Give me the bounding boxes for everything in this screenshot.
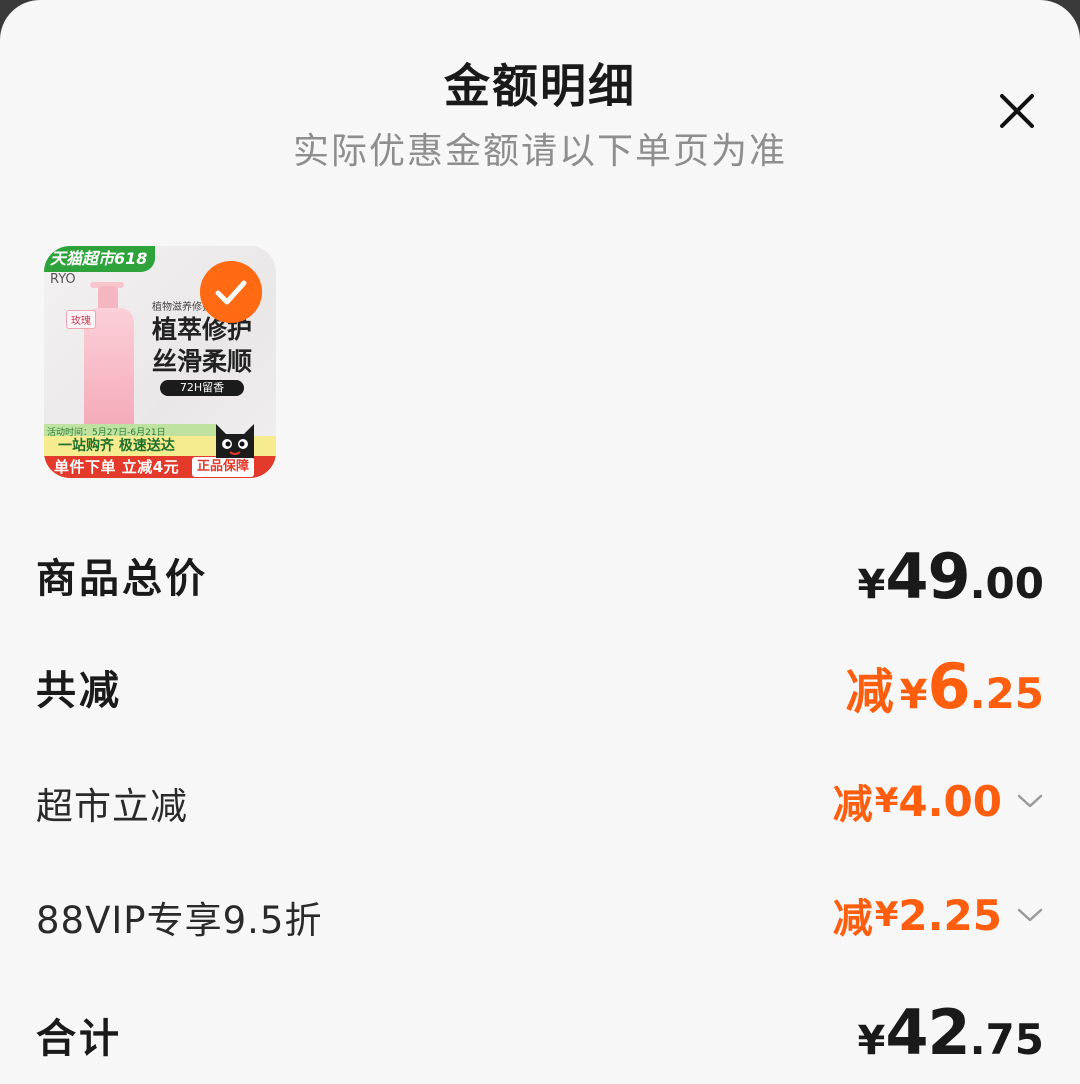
currency-symbol: ¥ <box>857 1018 886 1064</box>
sheet-title: 金额明细 <box>444 59 636 113</box>
bottle-neck <box>98 286 118 310</box>
check-icon[interactable] <box>200 261 262 323</box>
minus-prefix: 减 <box>845 664 894 720</box>
amount-detail-sheet: 金额明细 实际优惠金额请以下单页为准 天猫超市618 RYO 玫瑰 植物滋养修护… <box>0 0 1080 1084</box>
vip-discount-label: 88VIP专享9.5折 <box>36 899 323 942</box>
minus-prefix: 减 <box>832 896 873 942</box>
promo-tag: 天猫超市618 <box>44 246 156 272</box>
row-vip-discount[interactable]: 88VIP专享9.5折 减 ¥2.25 <box>36 886 1044 942</box>
currency-symbol: ¥ <box>857 562 886 608</box>
total-price-integer: 49 <box>885 540 970 613</box>
minus-prefix: 减 <box>832 782 873 828</box>
total-price-value: ¥49.00 <box>857 540 1044 613</box>
row-sum: 合计 ¥42.75 <box>36 996 1044 1070</box>
total-discount-label: 共减 <box>36 668 122 714</box>
sum-integer: 42 <box>885 996 970 1069</box>
chevron-down-icon[interactable] <box>1016 905 1044 925</box>
thumbnail-headline: 植萃修护 丝滑柔顺 <box>152 314 252 378</box>
total-discount-integer: 6 <box>927 650 970 723</box>
row-total-discount: 共减 减 ¥6.25 <box>36 650 1044 723</box>
brand-logo: RYO <box>50 272 76 287</box>
row-supermarket-discount[interactable]: 超市立减 减 ¥4.00 <box>36 772 1044 828</box>
headline-line-2: 丝滑柔顺 <box>152 347 253 376</box>
bottle-label: 玫瑰 <box>66 310 96 329</box>
tmall-cat-icon <box>216 424 254 458</box>
chevron-down-icon[interactable] <box>1016 791 1044 811</box>
vip-discount-amount: 2.25 <box>898 890 1002 940</box>
total-discount-value: 减 ¥6.25 <box>846 650 1044 723</box>
supermarket-discount-value[interactable]: 减 ¥4.00 <box>833 772 1044 830</box>
currency-symbol: ¥ <box>874 895 899 935</box>
supermarket-discount-amount: 4.00 <box>898 776 1002 826</box>
sum-decimal: .75 <box>969 1015 1044 1064</box>
scent-pill: 72H留香 <box>160 380 244 396</box>
close-icon[interactable] <box>992 86 1042 136</box>
guarantee-badge: 正品保障 <box>192 457 255 477</box>
currency-symbol: ¥ <box>874 781 899 821</box>
sheet-subtitle: 实际优惠金额请以下单页为准 <box>292 131 787 172</box>
total-price-label: 商品总价 <box>36 556 208 602</box>
row-total-price: 商品总价 ¥49.00 <box>36 540 1044 613</box>
total-price-decimal: .00 <box>969 559 1044 608</box>
vip-discount-value[interactable]: 减 ¥2.25 <box>833 886 1044 944</box>
currency-symbol: ¥ <box>899 672 928 718</box>
sum-value: ¥42.75 <box>857 996 1044 1069</box>
supermarket-discount-label: 超市立减 <box>36 785 188 828</box>
sum-label: 合计 <box>36 1016 122 1062</box>
total-discount-decimal: .25 <box>969 669 1044 718</box>
